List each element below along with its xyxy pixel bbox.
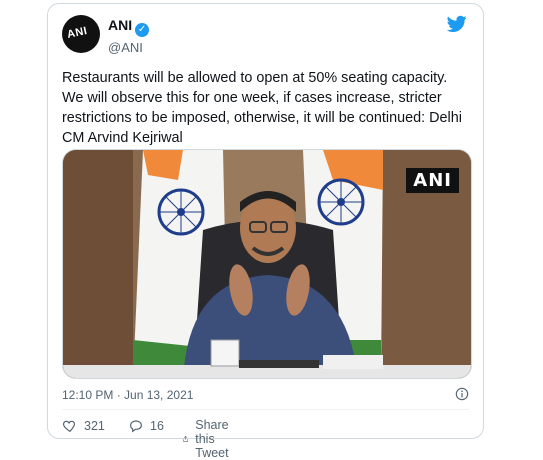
share-icon[interactable] xyxy=(182,431,189,447)
info-icon[interactable] xyxy=(455,387,469,401)
display-name[interactable]: ANI xyxy=(108,17,132,33)
avatar-logo-text: ANI xyxy=(65,25,89,41)
user-handle[interactable]: @ANI xyxy=(108,40,149,55)
like-action[interactable]: 321 xyxy=(62,418,105,434)
media-watermark: ANI xyxy=(406,168,459,193)
divider xyxy=(62,409,469,410)
tweet-media[interactable]: ANI xyxy=(62,149,472,379)
reply-action[interactable]: 16 xyxy=(128,418,164,434)
tweet-card[interactable]: ANI ANI ✓ @ANI Restaurants will be allowe… xyxy=(47,3,484,460)
share-action[interactable]: Share this Tweet xyxy=(182,418,237,460)
heart-icon[interactable] xyxy=(62,418,78,434)
tweet-header: ANI ANI ✓ @ANI xyxy=(62,15,467,57)
reply-icon[interactable] xyxy=(128,418,144,434)
tweet-text: Restaurants will be allowed to open at 5… xyxy=(62,70,462,146)
tweet-timestamp[interactable]: 12:10 PM · Jun 13, 2021 xyxy=(62,388,193,402)
twitter-bird-icon[interactable] xyxy=(447,15,467,33)
reply-count: 16 xyxy=(150,419,164,433)
like-count: 321 xyxy=(84,419,105,433)
author-names[interactable]: ANI ✓ @ANI xyxy=(108,17,150,55)
verified-badge-icon: ✓ xyxy=(135,23,150,37)
share-label: Share this Tweet xyxy=(195,418,229,460)
avatar[interactable]: ANI xyxy=(62,15,100,53)
